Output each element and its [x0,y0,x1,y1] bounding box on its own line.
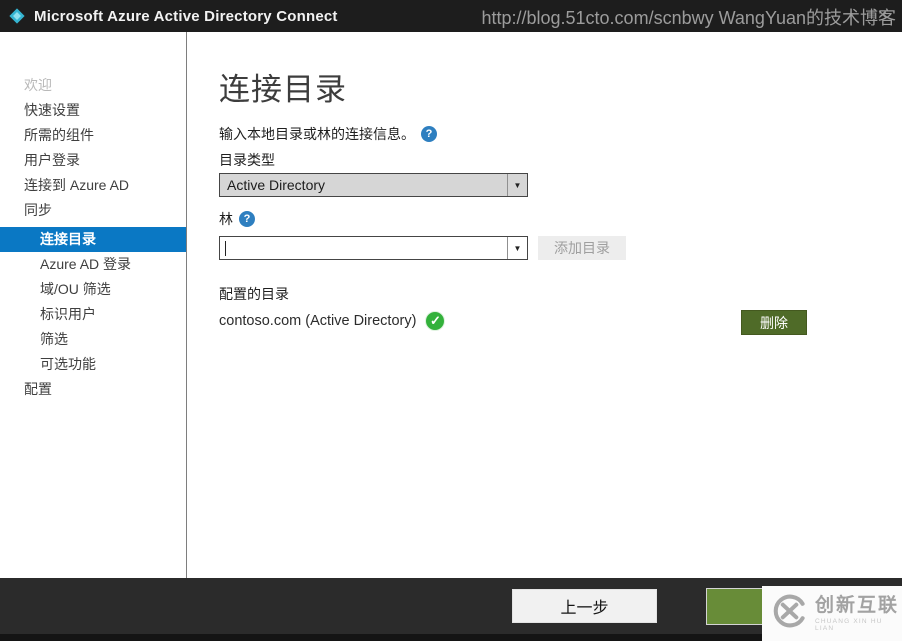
chevron-down-icon[interactable]: ▼ [507,237,527,259]
sidebar-item-express-settings[interactable]: 快速设置 [0,98,186,123]
directory-type-select[interactable]: Active Directory ▼ [219,173,528,197]
instruction-text: 输入本地目录或林的连接信息。 [219,126,415,142]
configured-directory-name: contoso.com (Active Directory) [219,313,417,329]
sidebar-item-connect-to-azure-ad[interactable]: 连接到 Azure AD [0,173,186,198]
sidebar-item-optional-features[interactable]: 可选功能 [0,352,186,377]
watermark-badge-name: 创新互联 [815,594,900,616]
watermark-badge-subtext: CHUANG XIN HU LIAN [815,617,883,632]
forest-combobox[interactable]: ▼ [219,236,528,260]
success-check-icon: ✓ [425,311,446,331]
title-bar: Microsoft Azure Active Directory Connect… [0,0,902,32]
sidebar-item-filtering[interactable]: 筛选 [0,327,186,352]
chuangxin-logo-icon [772,593,808,634]
delete-button[interactable]: 删除 [741,310,807,335]
watermark-badge-text: 创新互联 CHUANG XIN HU LIAN [815,594,902,632]
sidebar-item-required-components[interactable]: 所需的组件 [0,123,186,148]
forest-label: 林 [219,211,233,227]
sidebar-item-user-sign-in[interactable]: 用户登录 [0,148,186,173]
directory-type-selected-value: Active Directory [227,177,326,193]
sidebar-item-domain-ou-filtering[interactable]: 域/OU 筛选 [0,277,186,302]
azure-ad-connect-app-icon [8,7,26,25]
forest-label-row: 林 ? [219,209,255,229]
watermark-badge: 创新互联 CHUANG XIN HU LIAN [762,586,902,641]
forest-help-icon[interactable]: ? [239,211,255,227]
text-caret [225,240,226,256]
previous-button[interactable]: 上一步 [512,589,657,623]
wizard-sidebar: 欢迎 快速设置 所需的组件 用户登录 连接到 Azure AD 同步 连接目录 … [0,32,187,578]
configured-directory-row: contoso.com (Active Directory) ✓ [219,311,446,331]
chevron-down-icon[interactable]: ▼ [507,174,527,196]
configured-directories-label-row: 配置的目录 [219,284,289,304]
window-title: Microsoft Azure Active Directory Connect [34,7,338,25]
sidebar-item-welcome: 欢迎 [24,77,52,93]
help-icon[interactable]: ? [421,126,437,142]
directory-type-label: 目录类型 [219,152,275,168]
sidebar-item-azure-ad-sign-in[interactable]: Azure AD 登录 [0,252,186,277]
sidebar-item-identifying-users[interactable]: 标识用户 [0,302,186,327]
add-directory-button[interactable]: 添加目录 [538,236,626,260]
page-title: 连接目录 [219,72,347,107]
sidebar-item-configure[interactable]: 配置 [0,377,186,402]
azure-ad-connect-window: Microsoft Azure Active Directory Connect… [0,0,902,641]
configured-directories-label: 配置的目录 [219,286,289,302]
sidebar-item-connect-directories[interactable]: 连接目录 [0,227,186,252]
instruction-row: 输入本地目录或林的连接信息。 ? [219,124,437,144]
directory-type-label-row: 目录类型 [219,150,275,170]
titlebar-watermark-text: http://blog.51cto.com/scnbwy WangYuan的技术… [481,8,896,28]
sidebar-item-sync[interactable]: 同步 [0,198,186,223]
main-content: 连接目录 输入本地目录或林的连接信息。 ? 目录类型 Active Direct… [188,32,902,578]
